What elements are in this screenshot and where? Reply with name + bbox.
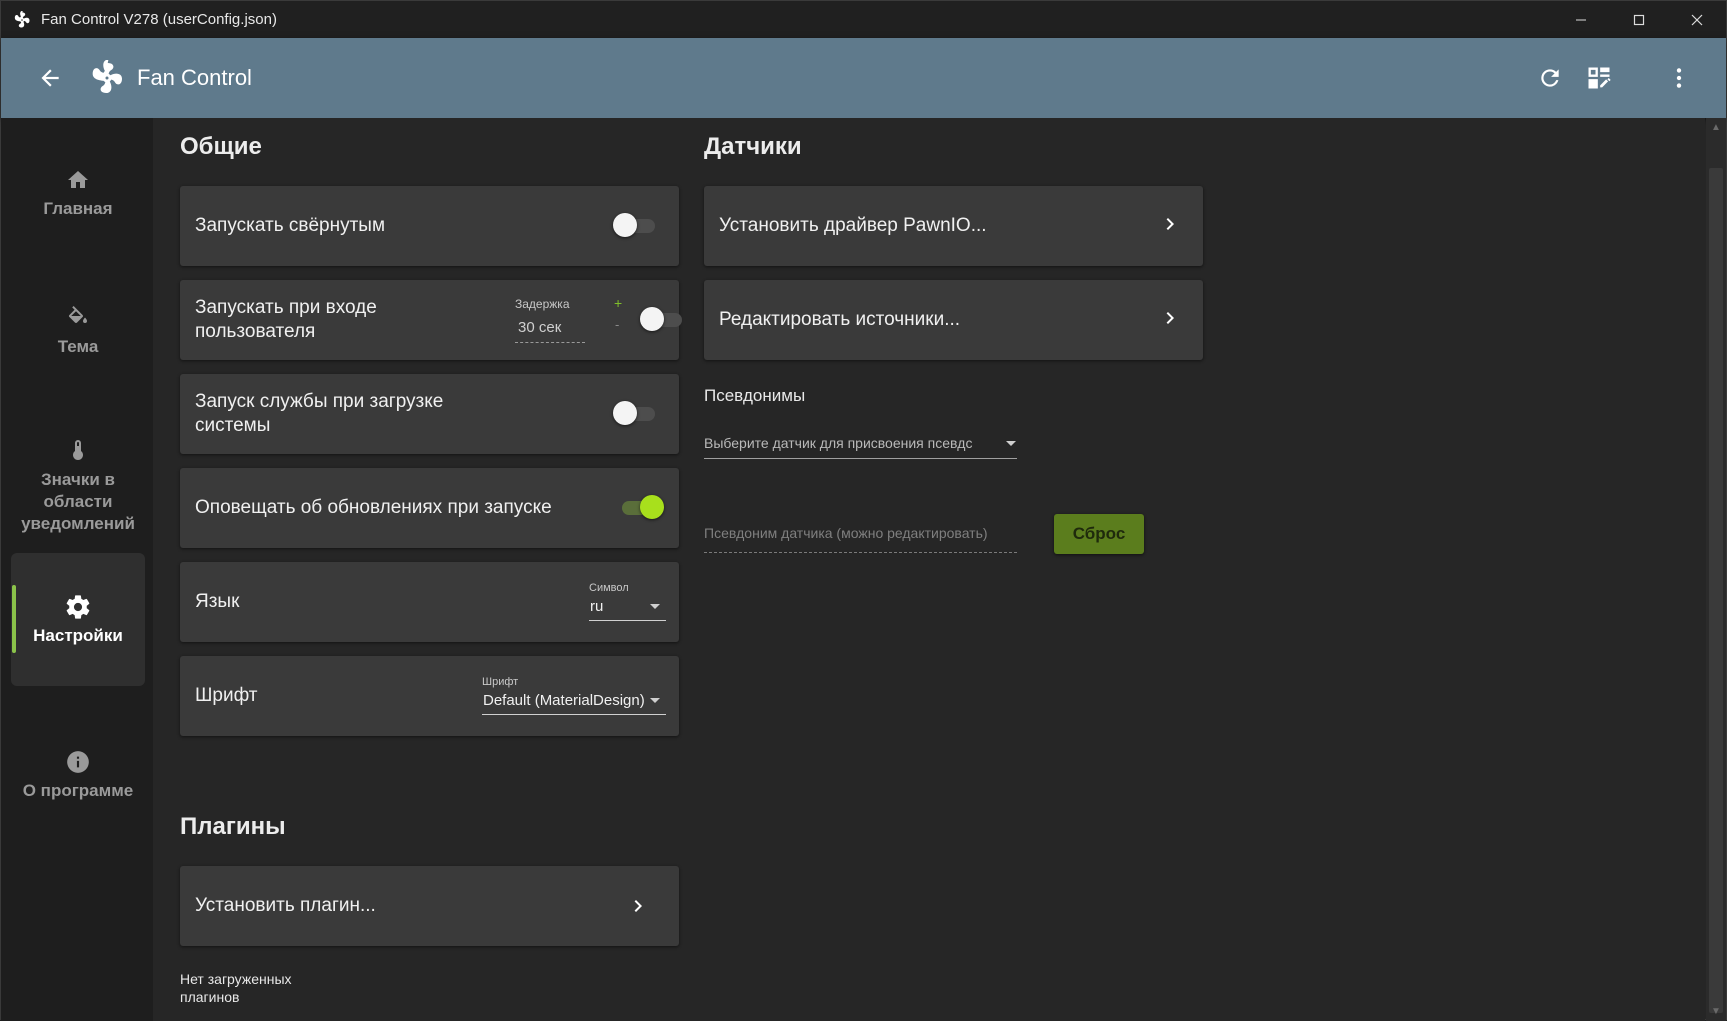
start-minimized-card: Запускать свёрнутым [180,186,679,266]
fan-icon [89,60,125,96]
start-minimized-label: Запускать свёрнутым [195,215,386,236]
chevron-down-icon [650,604,660,609]
sidebar-item-home[interactable]: Главная [11,148,145,238]
notify-updates-toggle[interactable] [618,495,664,519]
scroll-down-icon[interactable]: ▼ [1711,1006,1721,1017]
install-plugin-card[interactable]: Установить плагин... [180,866,679,946]
scrollbar-thumb[interactable] [1709,168,1723,1013]
paint-bucket-icon [66,305,90,331]
language-caption: Символ [589,582,629,594]
sidebar-item-settings[interactable]: Настройки [11,553,145,686]
font-select-underline [482,714,666,715]
start-on-login-toggle[interactable] [640,307,684,331]
notify-updates-label: Оповещать об обновлениях при запуске [195,497,552,518]
sidebar-item-label: О программе [22,781,134,800]
section-title-sensors: Датчики [704,133,802,160]
chevron-right-icon [626,894,650,918]
notify-updates-card: Оповещать об обновлениях при запуске [180,468,679,548]
aliases-title: Псевдонимы [704,386,806,405]
fan-app-icon [13,10,31,29]
sidebar-item-label: Значки в области уведомлений [21,470,135,533]
chevron-right-icon [1158,212,1182,236]
close-button[interactable] [1668,1,1726,38]
font-caption: Шрифт [482,676,519,688]
back-arrow-icon[interactable] [35,63,65,93]
start-on-login-card: Запускать при входе пользователя Задержк… [180,280,682,360]
more-vert-icon[interactable] [1663,62,1695,94]
start-service-label: Запуск службы при загрузке системы [195,391,444,436]
window-title: Fan Control V278 (userConfig.json) [41,11,277,28]
title-bar: Fan Control V278 (userConfig.json) [1,1,1726,38]
sidebar-item-label: Тема [57,337,99,356]
section-title-general: Общие [180,133,262,160]
app-header: Fan Control [1,38,1726,118]
font-label: Шрифт [195,685,258,706]
chevron-down-icon [1006,441,1016,446]
sensor-select[interactable]: Выберите датчик для присвоения псевдс [704,435,994,451]
reset-button[interactable]: Сброс [1054,514,1144,554]
install-plugin-label: Установить плагин... [195,895,376,916]
section-title-plugins: Плагины [180,813,286,840]
sidebar: Главная Тема Значки в области уведомлени… [1,118,153,1021]
minimize-button[interactable] [1552,1,1610,38]
home-icon [66,167,90,193]
edit-sources-label: Редактировать источники... [719,309,961,330]
refresh-icon[interactable] [1534,62,1566,94]
chevron-right-icon [1158,306,1182,330]
scrollbar[interactable]: ▲ ▼ [1706,118,1726,1021]
delay-input[interactable]: 30 сек [518,319,561,336]
install-driver-label: Установить драйвер PawnIO... [719,215,987,236]
sidebar-item-about[interactable]: О программе [11,730,145,820]
app-window: Fan Control V278 (userConfig.json) Fan C… [0,0,1727,1021]
language-label: Язык [195,591,240,612]
start-service-toggle[interactable] [613,401,657,425]
delay-plus-button[interactable]: + [614,295,622,311]
language-select[interactable]: ru [590,598,603,615]
maximize-button[interactable] [1610,1,1668,38]
delay-input-underline [515,342,585,343]
start-on-login-label: Запускать при входе пользователя [195,297,377,342]
chevron-down-icon [650,698,660,703]
dashboard-edit-icon[interactable] [1583,62,1615,94]
sidebar-item-tray-icons[interactable]: Значки в области уведомлений [11,421,145,551]
alias-input[interactable]: Псевдоним датчика (можно редактировать) [704,525,1017,541]
edit-sources-card[interactable]: Редактировать источники... [704,280,1203,360]
sensor-select-underline [704,458,1017,459]
font-select[interactable]: Default (MaterialDesign) [483,692,645,709]
alias-input-underline [704,552,1017,553]
settings-content: Общие Запускать свёрнутым Запускать при … [153,118,1705,1021]
info-icon [65,749,91,775]
language-select-underline [589,620,666,621]
no-plugins-text: Нет загруженных плагинов [180,971,292,1005]
sidebar-item-label: Настройки [33,625,123,645]
start-service-card: Запуск службы при загрузке системы [180,374,679,454]
delay-caption: Задержка [515,297,570,311]
scroll-up-icon[interactable]: ▲ [1711,122,1721,133]
start-minimized-toggle[interactable] [613,213,657,237]
font-card: Шрифт Шрифт Default (MaterialDesign) [180,656,679,736]
gear-icon [64,594,92,620]
app-title: Fan Control [137,65,252,90]
sidebar-item-theme[interactable]: Тема [11,286,145,376]
sidebar-item-label: Главная [43,199,113,218]
language-card: Язык Символ ru [180,562,679,642]
install-driver-card[interactable]: Установить драйвер PawnIO... [704,186,1203,266]
delay-minus-button[interactable]: - [615,317,619,332]
thermometer-icon [66,437,90,463]
